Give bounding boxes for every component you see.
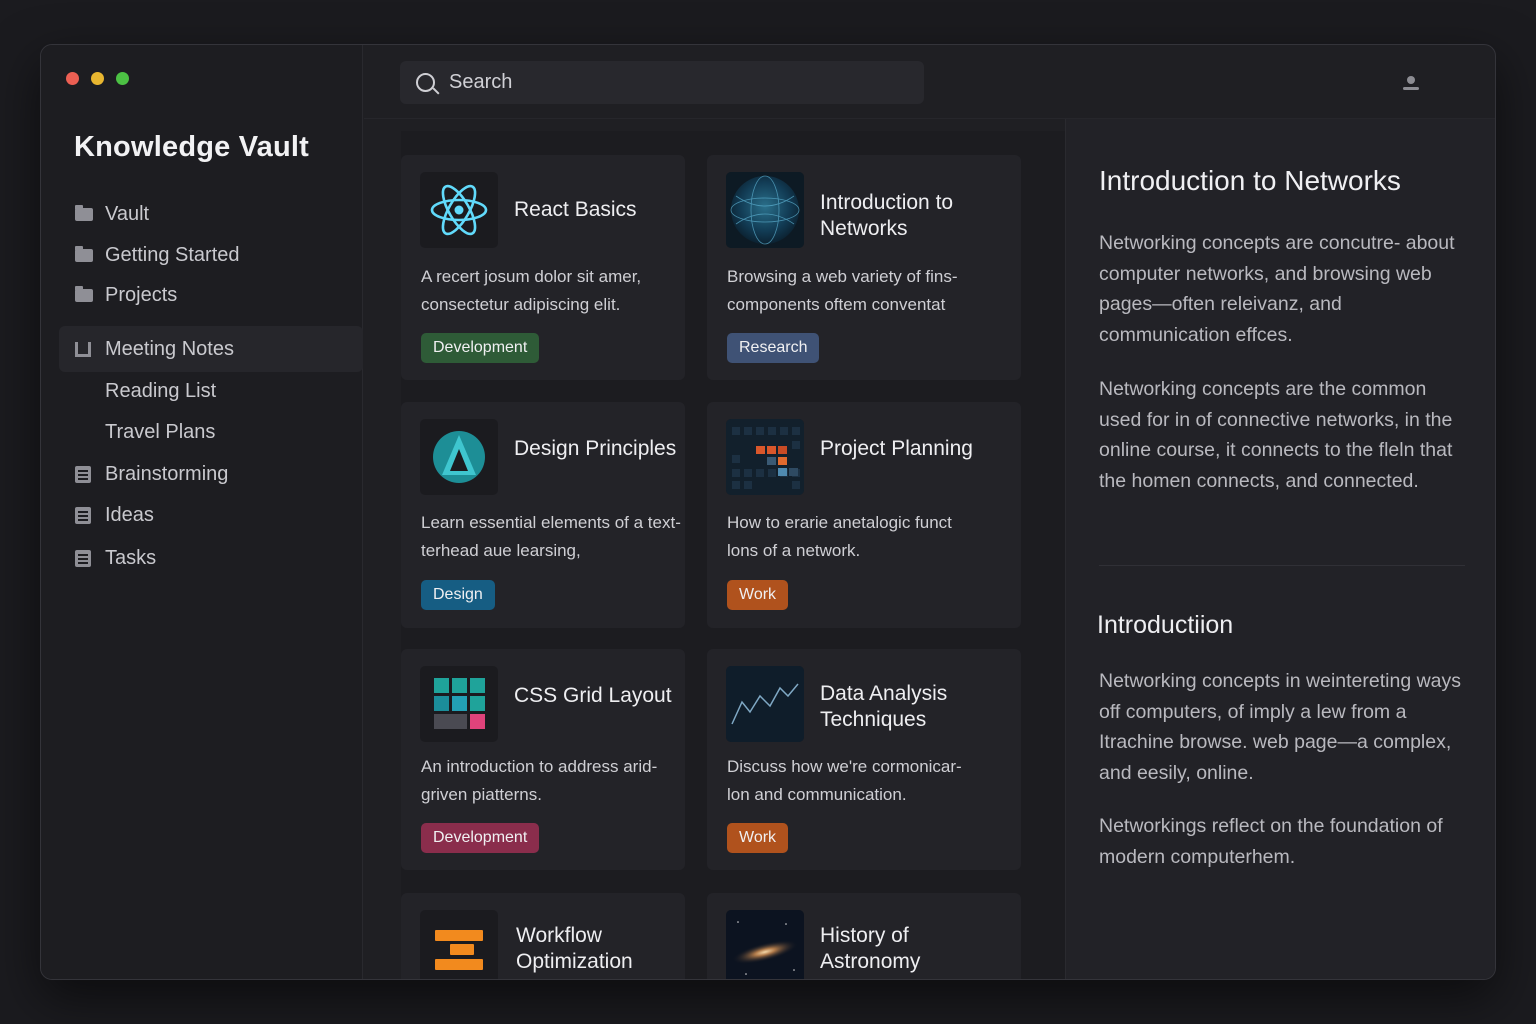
user-icon[interactable] xyxy=(1403,76,1419,90)
sidebar-item-vault[interactable]: Vault xyxy=(59,192,363,236)
card-title: Workflow Optimization xyxy=(516,924,633,973)
card-tag[interactable]: Research xyxy=(727,333,820,363)
card-tag[interactable]: Work xyxy=(727,823,789,853)
sidebar-item-label: Brainstorming xyxy=(105,462,229,485)
document-icon xyxy=(75,549,105,567)
close-window-button[interactable] xyxy=(66,72,79,85)
notebook-icon xyxy=(75,341,105,357)
sidebar-item-label: Reading List xyxy=(105,379,217,402)
note-card-history-of-astronomy[interactable]: History of Astronomy xyxy=(707,893,1021,979)
sidebar-item-brainstorming[interactable]: Brainstorming xyxy=(59,452,363,496)
card-description: Browsing a web variety of fins- componen… xyxy=(727,267,958,314)
sidebar-item-tasks[interactable]: Tasks xyxy=(59,536,363,580)
card-title: React Basics xyxy=(514,198,637,221)
sidebar-item-label: Meeting Notes xyxy=(105,337,234,360)
app-title: Knowledge Vault xyxy=(74,131,310,163)
sidebar-item-ideas[interactable]: Ideas xyxy=(59,493,363,537)
folder-icon xyxy=(75,245,105,262)
detail-panel: Introduction to Networks Networking conc… xyxy=(1065,119,1495,979)
note-card-css-grid-layout[interactable]: CSS Grid Layout An introduction to addre… xyxy=(401,649,685,870)
sidebar-item-meeting-notes[interactable]: Meeting Notes xyxy=(59,326,363,372)
detail-paragraph: Networking concepts are the common used … xyxy=(1099,378,1453,492)
card-title: Project Planning xyxy=(820,437,973,460)
top-bar: Search xyxy=(364,45,1495,119)
minimize-window-button[interactable] xyxy=(91,72,104,85)
document-icon xyxy=(75,465,105,483)
card-title: History of Astronomy xyxy=(820,924,921,973)
globe-network-icon xyxy=(726,172,804,248)
detail-paragraph: Networking concepts are concutre- about … xyxy=(1099,232,1455,346)
card-title: Data Analysis Techniques xyxy=(820,682,948,731)
sidebar-item-travel-plans[interactable]: Travel Plans xyxy=(59,410,363,454)
sidebar-item-label: Projects xyxy=(105,283,178,306)
card-tag[interactable]: Development xyxy=(421,823,540,853)
card-title: Introduction to Networks xyxy=(820,191,954,240)
folder-icon xyxy=(75,285,105,302)
card-description: A recert josum dolor sit amer, consectet… xyxy=(421,267,642,314)
card-description: An introduction to address arid-griven p… xyxy=(421,757,658,804)
zoom-window-button[interactable] xyxy=(116,72,129,85)
card-description: How to erarie anetalogic funct lons of a… xyxy=(727,513,952,560)
sidebar-item-label: Tasks xyxy=(105,546,157,569)
card-title: CSS Grid Layout xyxy=(514,684,672,707)
divider xyxy=(1099,565,1465,566)
card-tag[interactable]: Development xyxy=(421,333,540,363)
note-card-workflow-optimization[interactable]: Workflow Optimization xyxy=(401,893,685,979)
line-chart-icon xyxy=(726,666,804,742)
sidebar-item-label: Ideas xyxy=(105,503,154,526)
document-icon xyxy=(75,506,105,524)
search-placeholder: Search xyxy=(449,71,513,93)
section-heading: Introductiion xyxy=(1097,611,1234,639)
detail-title: Introduction to Networks xyxy=(1099,165,1401,196)
pixel-grid-icon xyxy=(726,419,804,495)
note-card-design-principles[interactable]: Design Principles Learn essential elemen… xyxy=(401,402,685,628)
folder-icon xyxy=(75,204,105,221)
grid-layout-icon xyxy=(420,666,498,742)
notes-grid: React Basics A recert josum dolor sit am… xyxy=(381,119,1065,979)
card-tag[interactable]: Design xyxy=(421,580,495,610)
react-atom-icon xyxy=(420,172,498,248)
card-description: Learn essential elements of a text-terhe… xyxy=(421,513,681,560)
triangle-logo-icon xyxy=(420,419,498,495)
sidebar-item-label: Vault xyxy=(105,202,150,225)
card-description: Discuss how we're cormonicar- lon and co… xyxy=(727,757,962,804)
note-card-data-analysis-techniques[interactable]: Data Analysis Techniques Discuss how we'… xyxy=(707,649,1021,870)
detail-paragraph: Networking concepts in weintereting ways… xyxy=(1099,670,1462,784)
window-controls xyxy=(66,72,129,85)
note-card-introduction-to-networks[interactable]: Introduction to Networks Browsing a web … xyxy=(707,155,1021,380)
sidebar: Knowledge Vault Vault Getting Started Pr… xyxy=(41,45,363,979)
card-tag[interactable]: Work xyxy=(727,580,789,610)
search-input[interactable]: Search xyxy=(400,61,924,104)
note-card-project-planning[interactable]: Project Planning How to erarie anetalogi… xyxy=(707,402,1021,628)
card-title: Design Principles xyxy=(514,437,677,460)
app-window: Knowledge Vault Vault Getting Started Pr… xyxy=(40,44,1496,980)
sidebar-item-label: Getting Started xyxy=(105,243,240,266)
sidebar-item-reading-list[interactable]: Reading List xyxy=(59,369,363,413)
note-card-react-basics[interactable]: React Basics A recert josum dolor sit am… xyxy=(401,155,685,380)
galaxy-icon xyxy=(726,910,804,979)
stacked-bars-icon xyxy=(420,910,498,979)
sidebar-item-label: Travel Plans xyxy=(105,420,216,443)
detail-paragraph: Networkings reflect on the foundation of… xyxy=(1099,815,1443,868)
search-icon xyxy=(416,73,435,92)
sidebar-item-getting-started[interactable]: Getting Started xyxy=(59,233,363,277)
sidebar-item-projects[interactable]: Projects xyxy=(59,273,363,317)
